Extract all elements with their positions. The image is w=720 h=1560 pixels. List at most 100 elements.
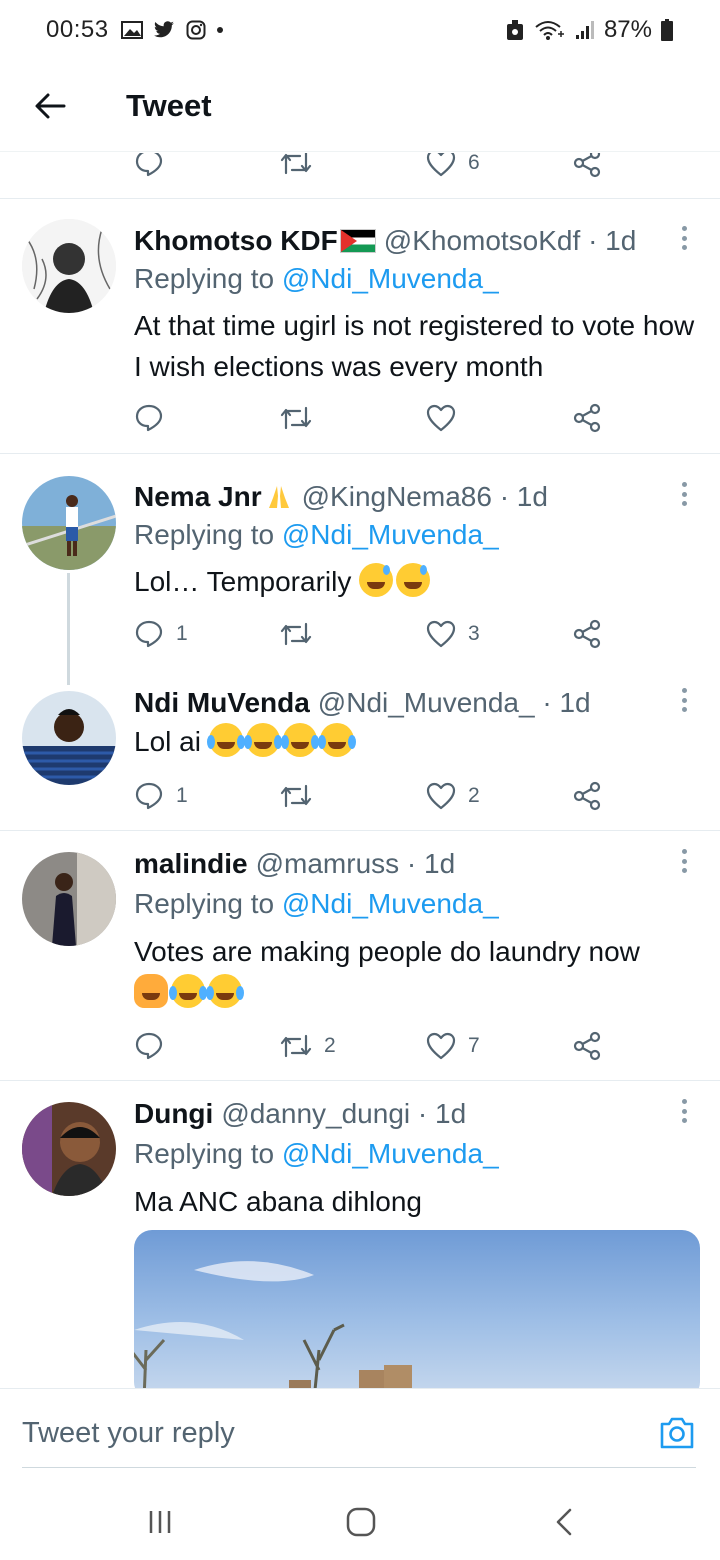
input-underline: [22, 1467, 696, 1468]
share-button[interactable]: [572, 776, 602, 816]
home-button[interactable]: [341, 1504, 381, 1540]
like-count: 3: [468, 622, 480, 645]
replying-prefix: Replying to: [134, 519, 282, 550]
heart-icon: [426, 1032, 456, 1060]
camera-button[interactable]: [658, 1415, 696, 1451]
reply-input-placeholder[interactable]: Tweet your reply: [22, 1417, 235, 1450]
avatar[interactable]: [22, 1102, 116, 1196]
tweet-text: Lol… Temporarily: [134, 566, 360, 597]
share-icon: [573, 403, 601, 433]
author-handle[interactable]: @KingNema86 · 1d: [302, 481, 548, 513]
top-tweet-actions: 6: [134, 153, 614, 183]
author-handle[interactable]: @Ndi_Muvenda_ · 1d: [318, 687, 591, 719]
author-name[interactable]: Dungi: [134, 1098, 213, 1130]
retweet-icon: [280, 1034, 312, 1058]
thread-connector: [67, 573, 70, 685]
like-button[interactable]: 7: [426, 1026, 480, 1066]
recycle-icon: [504, 19, 526, 41]
divider: [0, 830, 720, 831]
retweet-button[interactable]: [280, 614, 312, 654]
avatar[interactable]: [22, 852, 116, 946]
mention-link[interactable]: @Ndi_Muvenda_: [282, 1138, 499, 1169]
reply-button[interactable]: [134, 398, 164, 438]
more-options-button[interactable]: [678, 846, 690, 876]
replying-to: Replying to @Ndi_Muvenda_: [134, 519, 499, 551]
mention-link[interactable]: @Ndi_Muvenda_: [282, 888, 499, 919]
status-bar: 00:53 87%: [0, 0, 720, 60]
tweet-actions: 2 7: [134, 1026, 614, 1066]
divider: [0, 453, 720, 454]
mention-link[interactable]: @Ndi_Muvenda_: [282, 263, 499, 294]
avatar[interactable]: [22, 691, 116, 785]
more-options-button[interactable]: [678, 685, 690, 715]
more-options-button[interactable]: [678, 1096, 690, 1126]
author-name[interactable]: Ndi MuVenda: [134, 687, 310, 719]
author-name[interactable]: Khomotso KDF: [134, 225, 338, 257]
avatar[interactable]: [22, 476, 116, 570]
reply-icon: [135, 620, 163, 648]
author-name[interactable]: malindie: [134, 848, 248, 880]
avatar[interactable]: [22, 219, 116, 313]
tears-of-joy-emoji-icon: [280, 723, 317, 757]
share-button[interactable]: [572, 1026, 602, 1066]
share-button[interactable]: [572, 614, 602, 654]
wifi-icon: [534, 19, 566, 41]
retweet-button[interactable]: [280, 153, 312, 183]
system-nav-bar: [0, 1482, 720, 1560]
reply-button[interactable]: [134, 1026, 164, 1066]
back-button[interactable]: [24, 80, 76, 132]
reply-icon: [135, 1032, 163, 1060]
like-button[interactable]: [426, 398, 456, 438]
grinning-sweat-emoji-icon: [396, 563, 431, 597]
share-icon: [573, 153, 601, 178]
reply-button[interactable]: 1: [134, 614, 188, 654]
more-options-button[interactable]: [678, 479, 690, 509]
tweet-text: Lol ai: [134, 726, 209, 757]
author-name[interactable]: Nema Jnr: [134, 481, 262, 513]
share-button[interactable]: [572, 398, 602, 438]
palestine-flag-icon: [339, 229, 376, 253]
recent-apps-button[interactable]: [140, 1504, 180, 1540]
reply-icon: [135, 404, 163, 432]
tears-of-joy-emoji-icon: [243, 723, 280, 757]
share-button[interactable]: [572, 153, 602, 183]
tweet-actions: 1 3: [134, 614, 614, 654]
author-handle[interactable]: @KhomotsoKdf · 1d: [384, 225, 637, 257]
retweet-button[interactable]: 2: [280, 1026, 336, 1066]
tweet-text-row: Votes are making people do laundry now: [134, 931, 704, 1013]
grinning-sweat-emoji-icon: [359, 563, 394, 597]
retweet-icon: [280, 406, 312, 430]
tweet-media-image[interactable]: [134, 1230, 700, 1388]
reply-button[interactable]: 1: [134, 776, 188, 816]
reply-button[interactable]: [134, 153, 164, 183]
retweet-button[interactable]: [280, 776, 312, 816]
more-notifications-dot: [216, 27, 223, 33]
reply-composer[interactable]: Tweet your reply: [0, 1388, 720, 1482]
retweet-icon: [280, 622, 312, 646]
pray-emoji-icon: [264, 482, 294, 512]
author-handle[interactable]: @danny_dungi · 1d: [221, 1098, 466, 1130]
heart-icon: [426, 782, 456, 810]
chevron-left-icon: [556, 1508, 572, 1536]
facepalm-emoji-icon: [134, 974, 168, 1008]
tears-of-joy-emoji-icon: [169, 974, 205, 1008]
system-back-button[interactable]: [544, 1504, 584, 1540]
retweet-count: 2: [324, 1034, 336, 1057]
like-button[interactable]: 6: [426, 153, 480, 183]
like-count: 6: [468, 153, 480, 174]
replying-prefix: Replying to: [134, 1138, 282, 1169]
author-handle[interactable]: @mamruss · 1d: [256, 848, 456, 880]
like-button[interactable]: 2: [426, 776, 480, 816]
tears-of-joy-emoji-icon: [206, 974, 242, 1008]
mention-link[interactable]: @Ndi_Muvenda_: [282, 519, 499, 550]
reply-feed[interactable]: 6 Khomotso KDF @KhomotsoKdf · 1d Replyin…: [0, 153, 720, 1388]
replying-to: Replying to @Ndi_Muvenda_: [134, 1138, 499, 1170]
reply-count: 1: [176, 622, 188, 645]
more-options-button[interactable]: [678, 223, 690, 253]
camera-icon: [660, 1417, 694, 1449]
page-title: Tweet: [126, 87, 212, 123]
retweet-button[interactable]: [280, 398, 312, 438]
divider: [0, 198, 720, 199]
home-icon: [346, 1507, 376, 1537]
like-button[interactable]: 3: [426, 614, 480, 654]
